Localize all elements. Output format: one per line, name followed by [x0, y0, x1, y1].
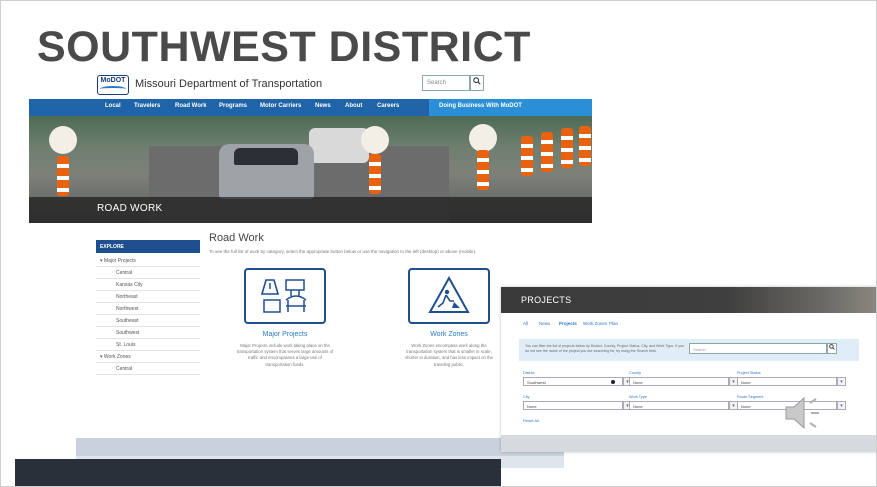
barrel-icon	[477, 150, 489, 190]
nav-motor-carriers[interactable]: Motor Carriers	[260, 103, 301, 109]
nav-travelers[interactable]: Travelers	[134, 103, 160, 109]
reset-all-link[interactable]: Reset All	[523, 418, 539, 423]
projects-search-input[interactable]: Search	[689, 343, 827, 354]
slide: SOUTHWEST DISTRICT MoDOT Missouri Depart…	[0, 0, 877, 487]
construction-icon	[260, 279, 307, 313]
sidebar-header: EXPLORE	[96, 240, 200, 253]
sidebar-item-southwest[interactable]: Southwest	[96, 327, 200, 339]
sidebar-item-kansas-city[interactable]: Kansas City	[96, 279, 200, 291]
nav-programs[interactable]: Programs	[219, 103, 247, 109]
sidebar-item-major-projects[interactable]: ▾ Major Projects	[96, 255, 200, 267]
tab-plan[interactable]: Plan	[609, 321, 618, 326]
sidebar-item-central[interactable]: Central	[96, 267, 200, 279]
tab-work-zones[interactable]: Work Zones	[583, 321, 607, 326]
white-car-shape	[309, 128, 369, 163]
cone-top-icon	[469, 124, 497, 152]
filter-help-text: You can filter the list of projects belo…	[525, 344, 684, 353]
work-type-select[interactable]: None	[629, 401, 729, 410]
nav-road-work[interactable]: Road Work	[175, 103, 207, 109]
cone-top-icon	[49, 126, 77, 154]
content-title: Road Work	[209, 232, 264, 244]
sidebar-item-st-louis[interactable]: St. Louis	[96, 339, 200, 351]
sidebar-item-work-zones[interactable]: ▾ Work Zones	[96, 351, 200, 363]
nav-doing-business[interactable]: Doing Business With MoDOT	[429, 99, 592, 116]
nav-doing-business-label: Doing Business With MoDOT	[439, 103, 522, 109]
decor-bar-dark	[15, 459, 501, 486]
cone-top-icon	[361, 126, 389, 154]
route-segment-dropdown-arrow[interactable]: ▾	[837, 401, 846, 410]
county-select[interactable]: None	[629, 377, 729, 386]
sidebar-item-southeast[interactable]: Southeast	[96, 315, 200, 327]
search-input[interactable]: Search	[422, 75, 470, 91]
search-icon[interactable]	[470, 75, 484, 91]
decor-bar-light	[76, 438, 564, 456]
tab-all[interactable]: All	[523, 321, 528, 326]
nav-news[interactable]: News	[315, 103, 331, 109]
slide-title: SOUTHWEST DISTRICT	[37, 23, 531, 71]
major-projects-card[interactable]	[244, 268, 326, 324]
road-worker-sign-icon	[428, 275, 470, 313]
barrel-icon	[57, 156, 69, 196]
project-status-select[interactable]: None	[737, 377, 837, 386]
nav-about[interactable]: About	[345, 103, 362, 109]
project-status-dropdown-arrow[interactable]: ▾	[837, 377, 846, 386]
major-projects-desc: Major Projects include work taking place…	[236, 343, 334, 367]
route-segment-label: Route Segment	[737, 395, 764, 399]
speaker-icon[interactable]	[782, 393, 826, 438]
work-type-label: Work Type	[629, 395, 648, 399]
district-label: District	[523, 371, 535, 375]
city-select[interactable]: None	[523, 401, 623, 410]
tab-projects[interactable]: Projects	[559, 321, 577, 326]
district-selected-dot	[611, 380, 615, 384]
major-projects-link[interactable]: Major Projects	[235, 331, 335, 338]
site-header: MoDOT Missouri Department of Transportat…	[29, 69, 592, 99]
nav-local[interactable]: Local	[105, 103, 121, 109]
county-label: County	[629, 371, 642, 375]
hero-label: ROAD WORK	[97, 203, 163, 214]
org-name: Missouri Department of Transportation	[135, 78, 323, 90]
barrel-icon	[561, 128, 573, 168]
district-select[interactable]: Southwest	[523, 377, 623, 386]
project-status-label: Project Status	[737, 371, 761, 375]
city-label: City	[523, 395, 530, 399]
barrel-icon	[369, 154, 381, 194]
content-intro: To see the full list of work by category…	[209, 249, 477, 254]
projects-search-icon[interactable]	[827, 343, 837, 354]
barrel-icon	[521, 136, 533, 176]
work-zones-link[interactable]: Work Zones	[399, 331, 499, 338]
sidebar-item-central-wz[interactable]: Central	[96, 363, 200, 375]
car-windshield-shape	[234, 148, 298, 165]
modot-logo-icon: MoDOT	[97, 75, 129, 95]
work-zones-desc: Work Zones encompass work along the tran…	[404, 343, 494, 367]
barrel-icon	[579, 126, 591, 166]
sidebar-item-northwest[interactable]: Northwest	[96, 303, 200, 315]
barrel-icon	[541, 132, 553, 172]
tab-news[interactable]: News	[539, 321, 550, 326]
work-zones-card[interactable]	[408, 268, 490, 324]
projects-title: PROJECTS	[521, 295, 572, 305]
sidebar-item-northeast[interactable]: Northeast	[96, 291, 200, 303]
main-nav: Local Travelers Road Work Programs Motor…	[29, 99, 592, 116]
nav-careers[interactable]: Careers	[377, 103, 399, 109]
